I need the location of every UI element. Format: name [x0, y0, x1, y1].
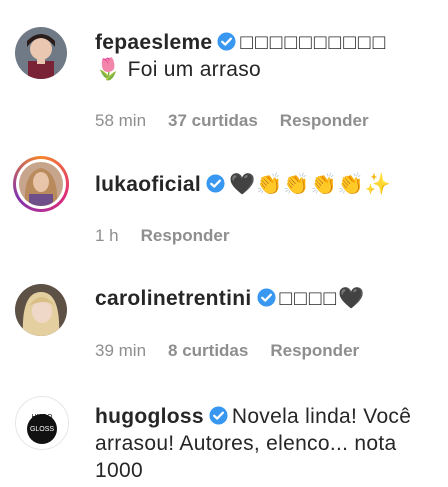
avatar[interactable] — [15, 27, 67, 79]
comment-item: HUGO GLOSS hugogloss Novela linda! Você a… — [0, 380, 448, 487]
username[interactable]: hugogloss — [95, 405, 204, 428]
comment-text: Novela linda! Você — [231, 405, 412, 428]
comment-meta: 1 h Responder — [95, 226, 251, 246]
timestamp: 1 h — [95, 226, 119, 245]
reply-button[interactable]: Responder — [280, 111, 369, 130]
timestamp: 39 min — [95, 341, 147, 360]
verified-badge-icon — [209, 406, 228, 425]
verified-badge-icon — [217, 32, 236, 51]
verified-badge-icon — [206, 174, 225, 193]
comment-text: 1000 — [95, 459, 143, 482]
avatar-image: HUGO GLOSS — [16, 397, 68, 449]
comment-text: 🖤👏👏👏👏✨ — [229, 173, 392, 196]
avatar[interactable]: HUGO GLOSS — [15, 396, 69, 450]
reply-button[interactable]: Responder — [270, 341, 359, 360]
comment-text: 🌷 Foi um arraso — [95, 58, 262, 81]
avatar[interactable] — [13, 156, 69, 212]
likes-count-button[interactable]: 37 curtidas — [168, 111, 258, 130]
comment-text: □□□□🖤 — [279, 287, 367, 310]
comment-text: arrasou! Autores, elenco... nota — [95, 432, 397, 455]
username[interactable]: fepaesleme — [95, 31, 212, 54]
avatar[interactable] — [15, 284, 67, 336]
reply-button[interactable]: Responder — [141, 226, 230, 245]
comment-item: carolinetrentini □□□□🖤 39 min 8 curtidas Re… — [0, 265, 448, 380]
avatar-image — [15, 284, 67, 336]
comment-item: lukaoficial 🖤👏👏👏👏✨ 1 h Responder — [0, 150, 448, 265]
comment-item: fepaesleme □□□□□□□□□□ 🌷 Foi um arraso 58 … — [0, 0, 448, 150]
avatar-image — [15, 27, 67, 79]
timestamp: 58 min — [95, 111, 147, 130]
likes-count-button[interactable]: 8 curtidas — [168, 341, 248, 360]
username[interactable]: carolinetrentini — [95, 287, 252, 310]
comment-meta: 58 min 37 curtidas Responder — [95, 111, 391, 131]
comment-text: □□□□□□□□□□ — [240, 31, 388, 54]
avatar-image — [19, 162, 63, 206]
verified-badge-icon — [256, 288, 276, 307]
comment-meta: 39 min 8 curtidas Responder — [95, 341, 381, 361]
avatar-logo-top: HUGO — [32, 414, 54, 421]
avatar-logo-bottom: GLOSS — [30, 426, 54, 433]
username[interactable]: lukaoficial — [95, 173, 201, 196]
